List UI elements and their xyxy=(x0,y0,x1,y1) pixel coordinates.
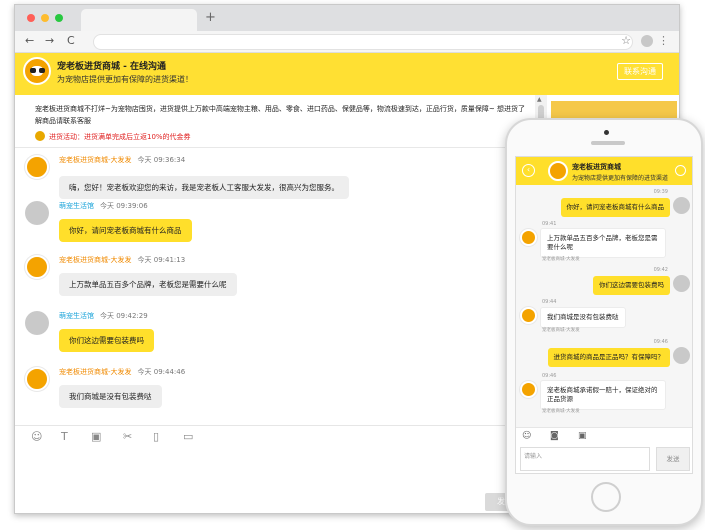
phone-user-avatar xyxy=(673,347,690,364)
shop-notice: 宠老板进货商城不打烊~为宠物店囤货，进货提供上万款中高端宠物主粮、用品、零食、进… xyxy=(35,105,525,125)
maximize-window-dot[interactable] xyxy=(55,14,63,22)
phone-message-time: 09:39 xyxy=(653,189,668,195)
phone-message-from: 宠老板商城-大发发 xyxy=(542,409,580,414)
promo-notice: 进货活动：进货满单完成后立返10%的代金券 xyxy=(35,131,191,142)
message-time: 今天 09:36:34 xyxy=(137,156,186,164)
screenshot-cut-icon[interactable]: ✂ xyxy=(123,430,132,443)
shop-avatar xyxy=(25,367,49,391)
emoji-icon[interactable]: ☺ xyxy=(31,430,42,443)
phone-image-icon[interactable]: ▣ xyxy=(578,431,587,441)
phone-shop-avatar xyxy=(520,229,537,246)
phone-message-from: 宠老板商城-大发发 xyxy=(542,328,580,333)
phone-chat-header: ‹ 宠老板进货商城 为宠物店提供更加有保障的进货渠道 xyxy=(516,157,692,185)
phone-message-time: 09:41 xyxy=(542,221,557,227)
phone-speaker xyxy=(591,141,625,145)
phone-message-time: 09:46 xyxy=(542,373,557,379)
chat-toolbar: ☺ T ▣ ✂ ▯ ▭ xyxy=(15,425,535,445)
phone-message-time: 09:42 xyxy=(653,267,668,273)
phone-message-time: 09:44 xyxy=(542,299,557,305)
minimize-window-dot[interactable] xyxy=(41,14,49,22)
text-format-icon[interactable]: T xyxy=(61,430,68,443)
phone-message-bubble: 进货商城的商品是正品吗？有保障吗？ xyxy=(547,348,670,367)
shop-logo-icon xyxy=(23,57,51,85)
notice-divider xyxy=(15,147,535,148)
phone-user-avatar xyxy=(673,275,690,292)
message-bubble: 嗨，您好！宠老板欢迎您的来访，我是宠老板人工客服大发发，很高兴为您服务。 xyxy=(59,176,349,199)
phone-message-bubble: 上万款单品五百多个品牌，老板您是需要什么呢 xyxy=(540,228,666,258)
forward-arrow-icon[interactable]: → xyxy=(45,34,54,47)
shop-avatar xyxy=(25,155,49,179)
phone-emoji-icon[interactable]: ☺ xyxy=(522,431,531,441)
promo-coin-icon xyxy=(35,131,45,141)
phone-message-input[interactable]: 请输入 xyxy=(520,447,650,471)
message-sender: 宠老板进货商城-大发发 xyxy=(59,156,132,164)
bookmark-star-icon[interactable]: ☆ xyxy=(621,34,631,47)
message-sender: 宠老板进货商城-大发发 xyxy=(59,256,132,264)
phone-shop-logo-icon xyxy=(548,161,568,181)
message-time: 今天 09:44:46 xyxy=(137,368,186,376)
message-input[interactable] xyxy=(15,445,535,513)
browser-tab[interactable] xyxy=(81,9,197,31)
browser-menu-icon[interactable]: ⋮ xyxy=(658,34,669,47)
chat-header: 宠老板进货商城 - 在线沟通 为宠物店提供更加有保障的进货渠道！ 联系沟通 xyxy=(15,53,679,95)
profile-avatar[interactable] xyxy=(641,35,653,47)
message-sender: 萌宠生活馆 xyxy=(59,312,94,320)
phone-screen: ‹ 宠老板进货商城 为宠物店提供更加有保障的进货渠道 09:39 你好，请问宠老… xyxy=(515,156,693,474)
phone-chat-subtitle: 为宠物店提供更加有保障的进货渠道 xyxy=(572,175,669,182)
phone-message-bubble: 宠老板商城承诺假一赔十，保证绝对的正品货源 xyxy=(540,380,666,410)
phone-message-time: 09:46 xyxy=(653,339,668,345)
chat-subtitle: 为宠物店提供更加有保障的进货渠道！ xyxy=(57,75,193,84)
message-time: 今天 09:39:06 xyxy=(100,202,148,210)
close-window-dot[interactable] xyxy=(27,14,35,22)
phone-message-list: 09:39 你好，请问宠老板商城有什么商品 09:41 上万款单品五百多个品牌，… xyxy=(516,185,692,427)
phone-chat-title: 宠老板进货商城 xyxy=(572,163,621,171)
phone-camera-icon[interactable]: ◙ xyxy=(550,431,559,441)
phone-mockup: ‹ 宠老板进货商城 为宠物店提供更加有保障的进货渠道 09:39 你好，请问宠老… xyxy=(505,118,703,526)
message-sender: 宠老板进货商城-大发发 xyxy=(59,368,132,376)
contact-button[interactable]: 联系沟通 xyxy=(617,63,663,80)
phone-camera xyxy=(604,130,609,135)
video-icon[interactable]: ▯ xyxy=(153,430,159,443)
reload-icon[interactable]: C xyxy=(67,34,75,47)
screenshot-stage: + ← → C ☆ ⋮ 宠老板进货商城 - 在线沟通 为宠物店提供更加有保障的进… xyxy=(0,0,705,530)
shop-avatar xyxy=(25,255,49,279)
phone-send-button[interactable]: 发送 xyxy=(656,447,690,471)
message-bubble: 上万款单品五百多个品牌，老板您是需要什么呢 xyxy=(59,273,237,296)
phone-message-bubble: 你好，请问宠老板商城有什么商品 xyxy=(560,198,670,217)
chat-message-pane: 宠老板进货商城不打烊~为宠物店囤货，进货提供上万款中高端宠物主粮、用品、零食、进… xyxy=(15,95,535,425)
message-sender: 萌宠生活馆 xyxy=(59,202,94,210)
phone-back-icon[interactable]: ‹ xyxy=(522,164,535,177)
folder-icon[interactable]: ▭ xyxy=(183,430,193,443)
phone-message-bubble: 我们商城是没有包装费哒 xyxy=(540,307,626,328)
message-bubble: 我们商城是没有包装费哒 xyxy=(59,385,162,408)
phone-shop-avatar xyxy=(520,381,537,398)
back-arrow-icon[interactable]: ← xyxy=(25,34,34,47)
phone-home-button[interactable] xyxy=(591,482,621,512)
user-avatar xyxy=(25,311,49,335)
image-icon[interactable]: ▣ xyxy=(91,430,101,443)
phone-call-icon[interactable] xyxy=(675,165,686,176)
phone-message-from: 宠老板商城-大发发 xyxy=(542,257,580,262)
message-time: 今天 09:41:13 xyxy=(137,256,186,264)
user-avatar xyxy=(25,201,49,225)
window-controls xyxy=(27,14,63,22)
message-bubble: 你好，请问宠老板商城有什么商品 xyxy=(59,219,192,242)
message-time: 今天 09:42:29 xyxy=(100,312,148,320)
tab-bar: + xyxy=(15,5,679,31)
phone-shop-avatar xyxy=(520,307,537,324)
phone-toolbar: ☺ ◙ ▣ xyxy=(516,427,692,445)
scroll-up-icon[interactable]: ▲ xyxy=(537,96,542,103)
phone-message-bubble: 你们这边需要包装费吗 xyxy=(593,276,670,295)
chat-title: 宠老板进货商城 - 在线沟通 xyxy=(57,62,167,72)
address-bar-row: ← → C ☆ ⋮ xyxy=(15,31,679,53)
phone-user-avatar xyxy=(673,197,690,214)
message-bubble: 你们这边需要包装费吗 xyxy=(59,329,154,352)
url-input[interactable] xyxy=(93,34,633,50)
new-tab-icon[interactable]: + xyxy=(205,10,216,25)
promo-text: 进货活动：进货满单完成后立返10%的代金券 xyxy=(49,133,191,141)
